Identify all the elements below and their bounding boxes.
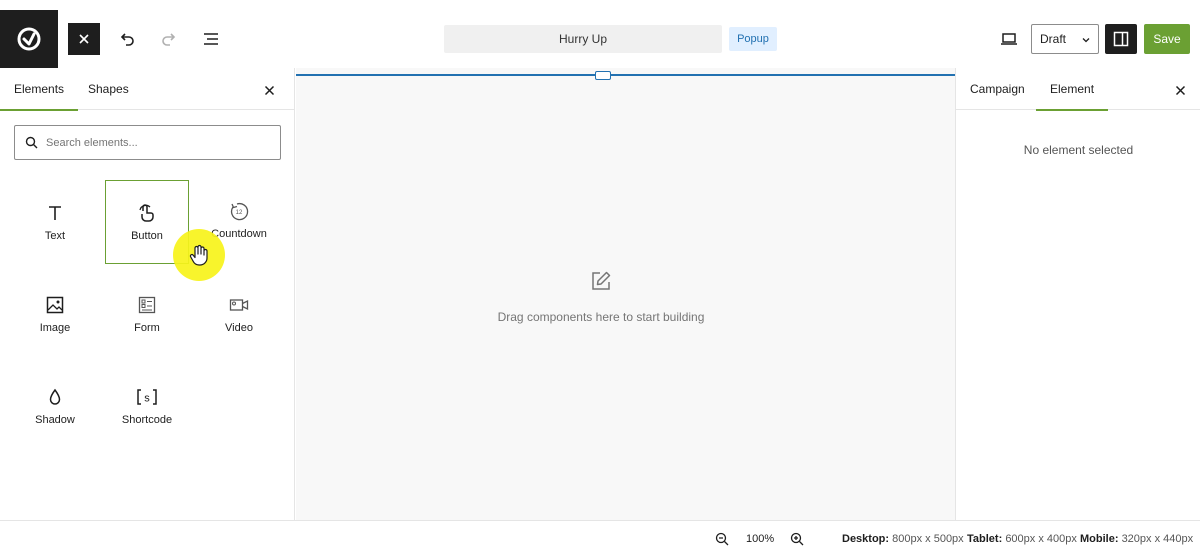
- desktop-label: Desktop:: [842, 533, 890, 545]
- undo-icon: [120, 33, 134, 46]
- sidebar-toggle-icon: [1113, 31, 1129, 47]
- element-label: Shadow: [35, 414, 75, 426]
- tab-elements[interactable]: Elements: [0, 68, 79, 111]
- mobile-label: Mobile:: [1080, 533, 1119, 545]
- close-panel-button[interactable]: [260, 81, 278, 99]
- chevron-down-icon: [1082, 38, 1090, 43]
- mobile-size-info: Mobile: 320px x 440px: [1080, 533, 1193, 545]
- element-form[interactable]: Form: [105, 272, 189, 356]
- svg-text:12: 12: [236, 210, 243, 216]
- laptop-icon: [1001, 33, 1017, 45]
- top-toolbar: Hurry Up Popup Draft Save: [0, 0, 1200, 77]
- tablet-size: 600px x 400px: [1005, 533, 1077, 545]
- app-logo[interactable]: [0, 10, 58, 68]
- tab-campaign[interactable]: Campaign: [970, 68, 1025, 110]
- settings-panel: Campaign Element No element selected: [955, 68, 1200, 520]
- search-elements-box: [14, 125, 281, 160]
- element-shadow[interactable]: Shadow: [13, 364, 97, 448]
- close-icon: [264, 85, 274, 95]
- list-view-icon: [204, 33, 218, 45]
- status-bar: 100% Desktop: 800px x 500px Tablet: 600p…: [0, 520, 1200, 559]
- settings-panel-toggle[interactable]: [1105, 24, 1137, 54]
- save-button[interactable]: Save: [1144, 24, 1190, 54]
- status-value: Draft: [1040, 32, 1067, 46]
- zoom-out-icon: [715, 532, 729, 546]
- zoom-out-button[interactable]: [712, 529, 732, 549]
- search-icon: [25, 136, 38, 149]
- desktop-size: 800px x 500px: [892, 533, 964, 545]
- document-overview-button[interactable]: [195, 23, 227, 55]
- element-label: Form: [134, 322, 160, 334]
- element-text[interactable]: Text: [13, 180, 97, 264]
- settings-tabs: Campaign Element: [956, 68, 1200, 111]
- device-preview-button[interactable]: [993, 23, 1025, 55]
- form-icon: [138, 294, 156, 316]
- redo-button[interactable]: [153, 23, 185, 55]
- element-label: Video: [225, 322, 253, 334]
- video-icon: [229, 294, 249, 316]
- panel-tabs: Elements Shapes: [0, 68, 295, 111]
- shadow-drop-icon: [48, 386, 62, 408]
- zoom-in-button[interactable]: [787, 529, 807, 549]
- close-icon: [79, 34, 89, 44]
- canvas-empty-hint: Drag components here to start building: [296, 270, 906, 324]
- edit-icon: [592, 271, 611, 290]
- tab-shapes[interactable]: Shapes: [88, 68, 129, 110]
- close-editor-button[interactable]: [68, 23, 100, 55]
- redo-icon: [162, 33, 176, 46]
- shortcode-icon: s: [136, 386, 158, 408]
- close-icon: [1175, 85, 1185, 95]
- tablet-size-info: Tablet: 600px x 400px: [967, 533, 1077, 545]
- elements-panel: Elements Shapes Text Button: [0, 68, 295, 520]
- mobile-size: 320px x 440px: [1121, 533, 1194, 545]
- button-tap-icon: [138, 202, 156, 224]
- search-input[interactable]: [46, 136, 266, 149]
- zoom-in-icon: [790, 532, 804, 546]
- canvas-frame-border: [296, 74, 955, 76]
- desktop-size-info: Desktop: 800px x 500px: [842, 533, 964, 545]
- element-image[interactable]: Image: [13, 272, 97, 356]
- tab-element[interactable]: Element: [1035, 68, 1109, 111]
- zoom-level: 100%: [746, 533, 775, 545]
- hand-pointer-icon: [187, 243, 211, 267]
- element-label: Shortcode: [121, 414, 173, 426]
- element-label: Image: [39, 322, 71, 334]
- svg-text:s: s: [144, 393, 150, 405]
- image-icon: [46, 294, 64, 316]
- element-label: Text: [44, 230, 66, 242]
- element-video[interactable]: Video: [197, 272, 281, 356]
- tablet-label: Tablet:: [967, 533, 1003, 545]
- campaign-title-field[interactable]: Hurry Up: [444, 25, 722, 53]
- close-settings-button[interactable]: [1171, 81, 1189, 99]
- status-select[interactable]: Draft: [1031, 24, 1099, 54]
- resize-handle[interactable]: [595, 71, 611, 80]
- canvas-hint-text: Drag components here to start building: [497, 310, 705, 324]
- element-shortcode[interactable]: s Shortcode: [105, 364, 189, 448]
- campaign-type-badge: Popup: [729, 27, 777, 51]
- countdown-icon: 12: [229, 200, 249, 222]
- logo-icon: [17, 27, 41, 51]
- undo-button[interactable]: [111, 23, 143, 55]
- no-selection-message: No element selected: [1023, 143, 1134, 157]
- element-label: Button: [131, 230, 163, 242]
- text-icon: [48, 202, 62, 224]
